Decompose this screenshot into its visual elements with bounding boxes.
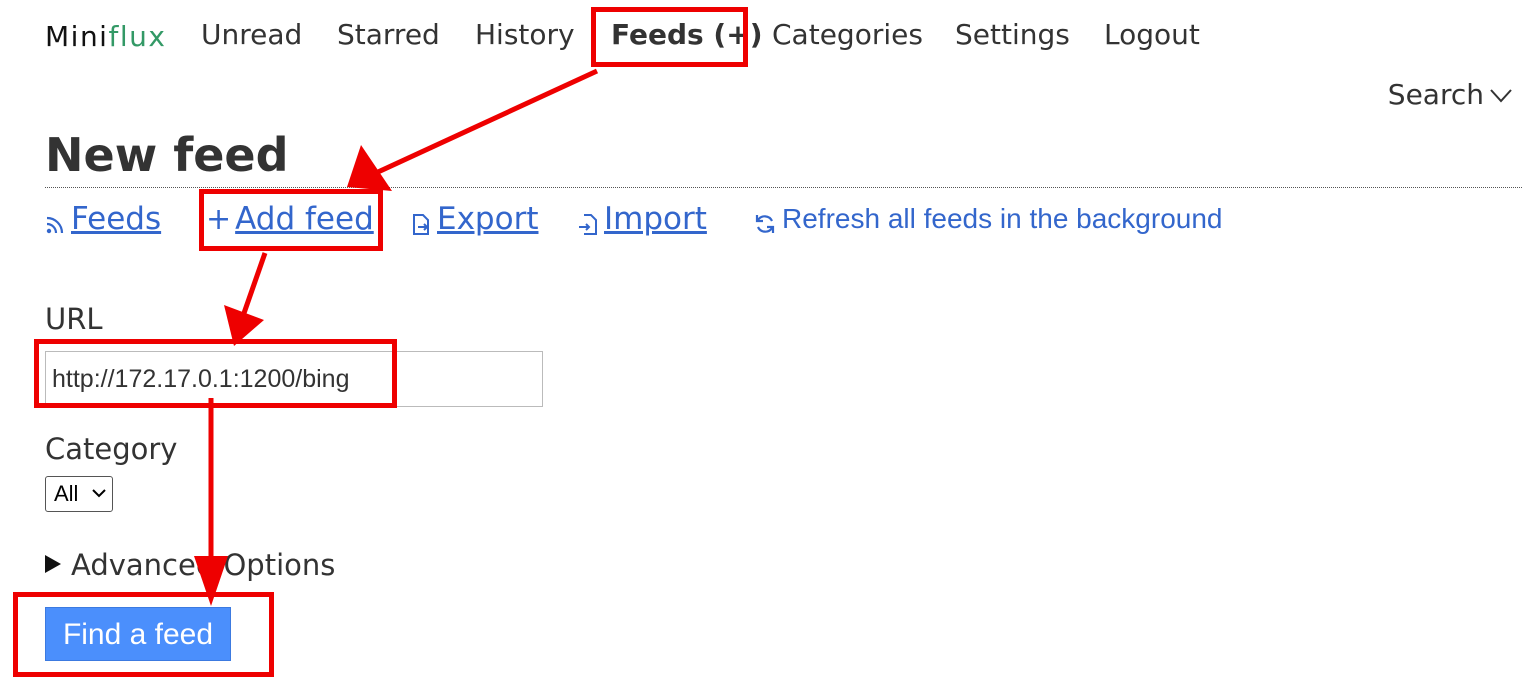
- annotation-arrows: [194, 68, 599, 606]
- arrow-url-to-find-feed: [194, 398, 228, 606]
- arrow-add-feed-to-url: [224, 252, 268, 346]
- arrow-feeds-to-add-feed: [347, 68, 599, 191]
